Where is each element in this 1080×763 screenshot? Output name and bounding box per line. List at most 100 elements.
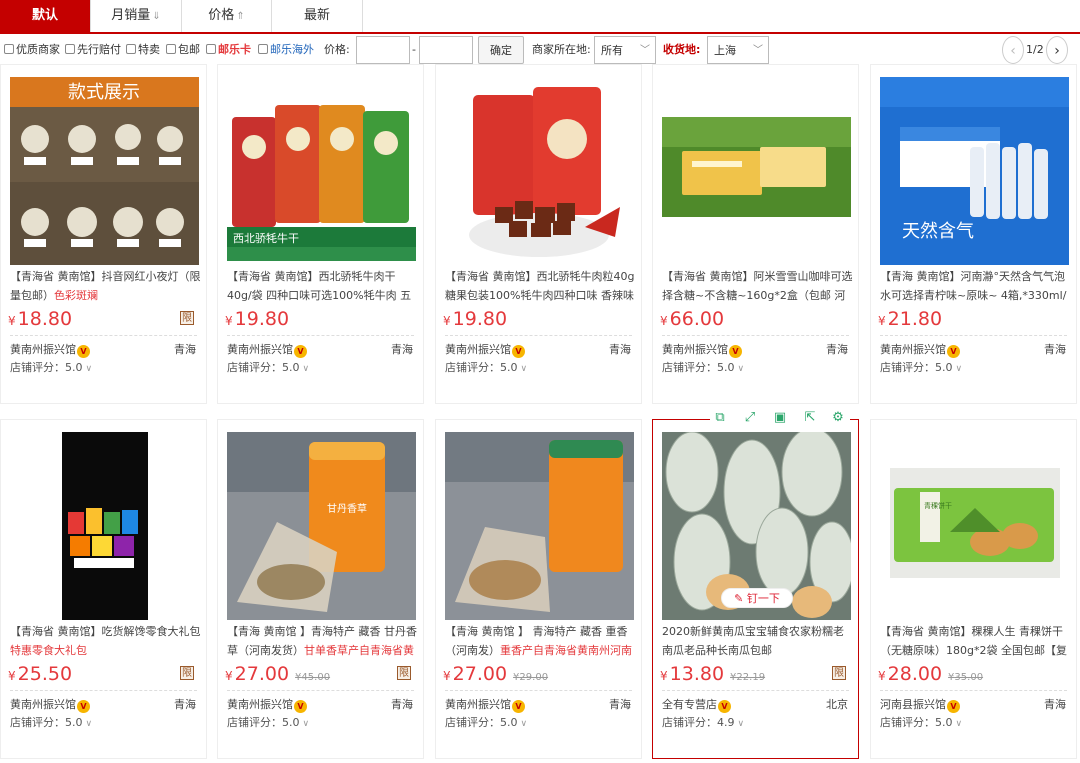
product-title[interactable]: 【青海省 黄南馆】抖音网红小夜灯（限量包邮）色彩斑斓 [10,267,201,305]
image-caption: 青稞饼干 [924,501,952,510]
shop-link[interactable]: 黄南州振兴馆 V [880,341,960,359]
copy-icon[interactable]: ⧉ [710,408,730,428]
product-title[interactable]: 【青海省 黄南馆】吃货解馋零食大礼包特惠零食大礼包 [10,622,201,660]
product-title[interactable]: 2020新鲜黄南瓜宝宝辅食农家粉糯老南瓜老品种长南瓜包邮 [662,622,853,660]
product-card[interactable]: 西北骄牦牛干 【青海省 黄南馆】西北骄牦牛肉干40g/袋 四种口味可选100%牦… [217,64,424,404]
title-text: 【青海省 黄南馆】阿米雪雪山咖啡可选择含糖~不含糖~160g*2盒（包邮 河南 [662,270,853,302]
settings-icon[interactable]: ⚙ [828,408,848,428]
product-card[interactable]: 款式展示 【青海省 黄南馆】抖音网红小夜灯（限量包邮）色彩斑斓 ¥18.80 限… [0,64,207,404]
checkbox-label: 先行赔付 [77,43,121,56]
shop-score[interactable]: 店铺评分：4.9 ∨ [662,714,744,732]
product-image[interactable] [445,432,634,620]
shop-score[interactable]: 店铺评分：5.0 ∨ [227,714,309,732]
shop-score[interactable]: 店铺评分：5.0 ∨ [445,714,527,732]
shop-link[interactable]: 黄南州振兴馆 V [10,341,90,359]
checkbox-icon[interactable] [258,44,268,54]
shop-link[interactable]: 黄南州振兴馆 V [227,696,307,714]
shop-link[interactable]: 黄南州振兴馆 V [227,341,307,359]
product-price: ¥25.50 [8,663,73,685]
tab-label: 最新 [303,8,330,23]
shop-score[interactable]: 店铺评分：5.0 ∨ [10,714,92,732]
product-title[interactable]: 【青海 黄南馆 】青海特产 藏香 甘丹香草（河南发货）甘单香草产自青海省黄 [227,622,418,660]
product-title[interactable]: 【青海 黄南馆】河南瀞°天然含气气泡水可选择青柠味~原味~ 4箱,*330ml/… [880,267,1071,305]
shop-link[interactable]: 黄南州振兴馆 V [445,696,525,714]
product-price: ¥27.00 ¥29.00 [443,663,549,685]
filter-advance-compensation[interactable]: 先行赔付 [65,36,121,64]
shop-location: 青海 [391,698,413,711]
score-text: 店铺评分：4.9 [662,716,735,729]
product-card-hovered[interactable]: ⧉ ⤢ ▣ ⇱ ⚙ ✎ 钉一下 2020新鲜黄南瓜宝宝辅食农家粉糯老南瓜老品种长… [652,408,859,759]
product-title[interactable]: 【青海省 黄南馆】西北骄牦牛肉粒40g糖果包装100%牦牛肉四种口味 香辣味 [445,267,636,305]
checkbox-icon[interactable] [206,44,216,54]
shop-name: 黄南州振兴馆 [10,343,76,356]
product-card[interactable]: 【青海省 黄南馆】西北骄牦牛肉粒40g糖果包装100%牦牛肉四种口味 香辣味 ¥… [435,64,642,404]
chevron-down-icon: ∨ [302,364,310,374]
product-image[interactable]: 西北骄牦牛干 [227,77,416,265]
product-image[interactable]: 青稞饼干 [880,432,1069,620]
image-caption: 甘丹香草 [327,502,367,515]
expand-icon[interactable]: ⤢ [740,408,760,428]
confirm-button[interactable]: 确定 [478,36,524,64]
product-image[interactable] [10,432,199,620]
checkbox-icon[interactable] [4,44,14,54]
shop-link[interactable]: 黄南州振兴馆 V [10,696,90,714]
price-max-input[interactable] [419,36,473,64]
sort-up-icon: ⇑ [236,11,245,22]
vip-badge-icon: V [77,345,90,358]
tab-default[interactable]: 默认 [0,0,91,32]
shop-link[interactable]: 河南县振兴馆 V [880,696,960,714]
shop-link[interactable]: 黄南州振兴馆 V [445,341,525,359]
product-title[interactable]: 【青海省 黄南馆】稞稞人生 青稞饼干（无糖原味）180g*2袋 全国包邮【复 [880,622,1071,660]
product-image[interactable]: 甘丹香草 [227,432,416,620]
shop-score[interactable]: 店铺评分：5.0 ∨ [445,359,527,377]
price-value: 19.80 [234,308,290,330]
tab-price[interactable]: 价格 ⇑ [182,0,272,32]
select-value: 上海 [714,44,736,57]
product-price: ¥18.80 [8,308,73,330]
checkbox-icon[interactable] [166,44,176,54]
product-image[interactable] [445,77,634,265]
share-icon[interactable]: ⇱ [800,408,820,428]
product-card[interactable]: 【青海省 黄南馆】吃货解馋零食大礼包特惠零食大礼包 ¥25.50 限 黄南州振兴… [0,419,207,759]
ship-to-select[interactable]: 上海 ﹀ [707,36,769,64]
price-value: 27.00 [234,663,290,685]
product-card[interactable]: 【青海省 黄南馆】阿米雪雪山咖啡可选择含糖~不含糖~160g*2盒（包邮 河南 … [652,64,859,404]
product-card[interactable]: 青稞饼干 【青海省 黄南馆】稞稞人生 青稞饼干（无糖原味）180g*2袋 全国包… [870,419,1077,759]
checkbox-icon[interactable] [65,44,75,54]
product-image[interactable]: 天然含气 [880,77,1069,265]
shop-score[interactable]: 店铺评分：5.0 ∨ [880,714,962,732]
product-title[interactable]: 【青海省 黄南馆】阿米雪雪山咖啡可选择含糖~不含糖~160g*2盒（包邮 河南 [662,267,853,305]
limited-badge: 限 [180,311,194,325]
product-title[interactable]: 【青海省 黄南馆】西北骄牦牛肉干40g/袋 四种口味可选100%牦牛肉 五香~咖 [227,267,418,305]
shop-link[interactable]: 黄南州振兴馆 V [662,341,742,359]
merchant-location-select[interactable]: 所有 ﹀ [594,36,656,64]
old-price: ¥22.19 [730,672,766,683]
prev-page-button[interactable]: ‹ [1002,36,1024,64]
product-card[interactable]: 天然含气 【青海 黄南馆】河南瀞°天然含气气泡水可选择青柠味~原味~ 4箱,*3… [870,64,1077,404]
filter-youle-card[interactable]: 邮乐卡 [206,36,251,64]
next-page-button[interactable]: › [1046,36,1068,64]
shop-link[interactable]: 全有专营店 V [662,696,731,714]
product-card[interactable]: 甘丹香草 【青海 黄南馆 】青海特产 藏香 甘丹香草（河南发货）甘单香草产自青海… [217,419,424,759]
product-image[interactable]: 款式展示 [10,77,199,265]
checkbox-icon[interactable] [126,44,136,54]
pin-button[interactable]: ✎ 钉一下 [721,588,793,608]
product-image[interactable] [662,77,851,265]
tab-newest[interactable]: 最新 [272,0,363,32]
shop-score[interactable]: 店铺评分：5.0 ∨ [662,359,744,377]
filter-free-shipping[interactable]: 包邮 [166,36,200,64]
shop-name: 黄南州振兴馆 [10,698,76,711]
filter-special-sale[interactable]: 特卖 [126,36,160,64]
price-min-input[interactable] [356,36,410,64]
product-title[interactable]: 【青海 黄南馆 】 青海特产 藏香 重香（河南发）重香产自青海省黄南州河南 [445,622,636,660]
divider [662,335,849,336]
shop-score[interactable]: 店铺评分：5.0 ∨ [227,359,309,377]
save-icon[interactable]: ▣ [770,408,790,428]
shop-score[interactable]: 店铺评分：5.0 ∨ [10,359,92,377]
product-card[interactable]: 【青海 黄南馆 】 青海特产 藏香 重香（河南发）重香产自青海省黄南州河南 ¥2… [435,419,642,759]
tab-monthly-sales[interactable]: 月销量 ⇓ [91,0,182,32]
filter-quality-merchant[interactable]: 优质商家 [4,36,60,64]
filter-youle-overseas[interactable]: 邮乐海外 [258,36,314,64]
score-text: 店铺评分：5.0 [10,361,83,374]
shop-score[interactable]: 店铺评分：5.0 ∨ [880,359,962,377]
